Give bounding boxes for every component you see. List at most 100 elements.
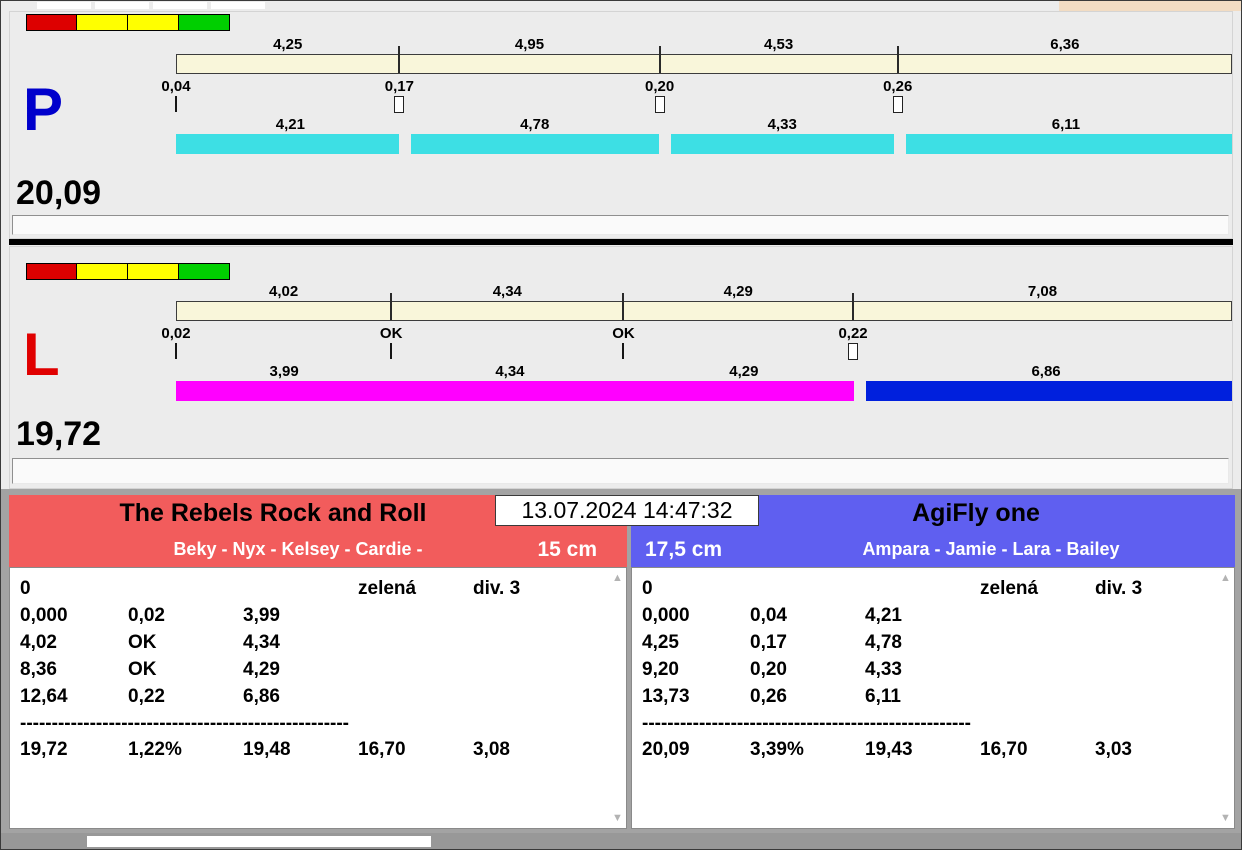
indicator-light [26,14,77,31]
table-cell: 0,02 [128,605,165,626]
table-cell: 0 [20,578,31,599]
app-window: P 4,25 4,95 4,53 6,36 0,04 0,17 0,20 0,26 4,21 4,… [0,0,1242,850]
table-cell: 3,03 [1095,739,1132,760]
titlebar-fragment [95,2,149,9]
scroll-up-icon[interactable]: ▲ [1217,572,1234,584]
scroll-up-icon[interactable]: ▲ [609,572,626,584]
course-letter: L [23,321,60,388]
split-time-label: 4,29 [723,283,753,300]
table-row: 8,36 OK 4,29 [10,657,608,684]
table-cell: 0,20 [750,659,787,680]
table-cell: 19,48 [243,739,291,760]
checkpoint-label: 0,04 [161,78,191,95]
segment-time-label: 6,86 [1031,363,1061,380]
table-cell: 19,72 [20,739,68,760]
run-panel-l: L 4,02 4,34 4,29 7,08 0,02 OK OK 0,22 3,99 4,34 4,… [9,246,1233,489]
segment-time-label: 3,99 [269,363,299,380]
table-cell: OK [128,659,157,680]
table-row: 19,72 1,22% 19,48 16,70 3,08 [10,737,608,764]
table-cell: 0,04 [750,605,787,626]
indicator-light [128,263,179,280]
result-table-body: 0 zelená div. 3 0,000 0,04 4,21 4,25 0,17 4,78 9,… [632,576,1216,828]
time-segment-bar [410,134,659,154]
table-row: 4,25 0,17 4,78 [632,630,1216,657]
indicator-light [179,263,230,280]
checkpoint-marker [892,96,903,113]
course-letter: P [23,76,64,143]
table-cell: 0,000 [20,605,68,626]
table-cell: 3,08 [473,739,510,760]
table-cell: 4,21 [865,605,902,626]
time-segment-bar [176,134,399,154]
team-members: Beky - Nyx - Kelsey - Cardie - [173,538,423,559]
checkpoint-marker [175,96,177,112]
checkpoint-label: 0,20 [644,78,675,95]
split-time-label: 4,25 [273,36,303,53]
table-row: 0 zelená div. 3 [632,576,1216,603]
table-cell: 0,22 [128,686,165,707]
time-segment-bar [670,134,894,154]
table-cell: 3,99 [243,605,280,626]
time-segment-bar [866,381,1232,401]
table-cell: 4,34 [243,632,280,653]
desktop-corner [1059,1,1241,11]
checkpoint-marker [848,343,859,360]
table-row: 0,000 0,02 3,99 [10,603,608,630]
table-cell: 16,70 [980,739,1028,760]
table-cell: 6,86 [243,686,280,707]
result-table: 0 zelená div. 3 0,000 0,04 4,21 4,25 0,17 4,78 9,… [631,567,1235,829]
split-boundary-tick [622,293,625,320]
table-cell: div. 3 [473,578,521,599]
segment-time-label: 4,21 [275,116,305,133]
run-panel-p: P 4,25 4,95 4,53 6,36 0,04 0,17 0,20 0,26 4,21 4,… [9,11,1233,239]
scrollbar[interactable]: ▲ ▼ [609,568,626,828]
scroll-down-icon[interactable]: ▼ [1217,812,1234,824]
table-cell: 4,33 [865,659,902,680]
segment-time-label: 4,33 [767,116,797,133]
jump-height: 17,5 cm [645,538,723,561]
split-boundary-tick [398,46,401,73]
scrollbar[interactable]: ▲ ▼ [1217,568,1234,828]
table-cell: 0,000 [642,605,690,626]
table-row: 4,02 OK 4,34 [10,630,608,657]
table-row: ----------------------------------------… [632,711,1216,737]
split-time-label: 4,34 [492,283,522,300]
checkpoint-label: OK [379,325,403,342]
panel-separator [9,239,1233,245]
table-cell: 12,64 [20,686,68,707]
table-cell: 4,78 [865,632,902,653]
light-indicator [26,263,230,280]
checkpoint-marker [622,343,625,359]
scroll-down-icon[interactable]: ▼ [609,812,626,824]
table-cell: 1,22% [128,739,182,760]
team-panel-left: The Rebels Rock and Roll Beky - Nyx - Ke… [9,495,627,829]
split-boundary-tick [896,46,899,73]
split-time-label: 4,53 [764,36,794,53]
time-segment-bar [176,381,393,401]
checkpoint-label: 0,26 [883,78,913,95]
time-segment-bar [905,134,1232,154]
jump-height: 15 cm [537,538,597,561]
titlebar-fragment [211,2,265,9]
timestamp: 13.07.2024 14:47:32 [495,495,759,526]
light-indicator [26,14,230,31]
segment-time-label: 4,78 [520,116,550,133]
table-cell: 6,11 [865,686,901,707]
table-cell: 4,29 [243,659,280,680]
table-row: 12,64 0,22 6,86 [10,684,608,711]
split-boundary-tick [390,293,393,320]
table-row: 13,73 0,26 6,11 [632,684,1216,711]
table-row: 0 zelená div. 3 [10,576,608,603]
checkpoint-marker [394,96,405,113]
checkpoint-marker [175,343,177,359]
table-row: 0,000 0,04 4,21 [632,603,1216,630]
indicator-light [77,14,128,31]
titlebar-fragment [153,2,207,9]
result-table-body: 0 zelená div. 3 0,000 0,02 3,99 4,02 OK 4,34 8,36… [10,576,608,828]
checkpoint-label: 0,22 [838,325,868,342]
indicator-light [77,263,128,280]
checkpoint-marker [390,343,393,359]
top-strip [1,1,1241,11]
split-time-label: 4,02 [268,283,299,300]
table-cell: 13,73 [642,686,690,707]
